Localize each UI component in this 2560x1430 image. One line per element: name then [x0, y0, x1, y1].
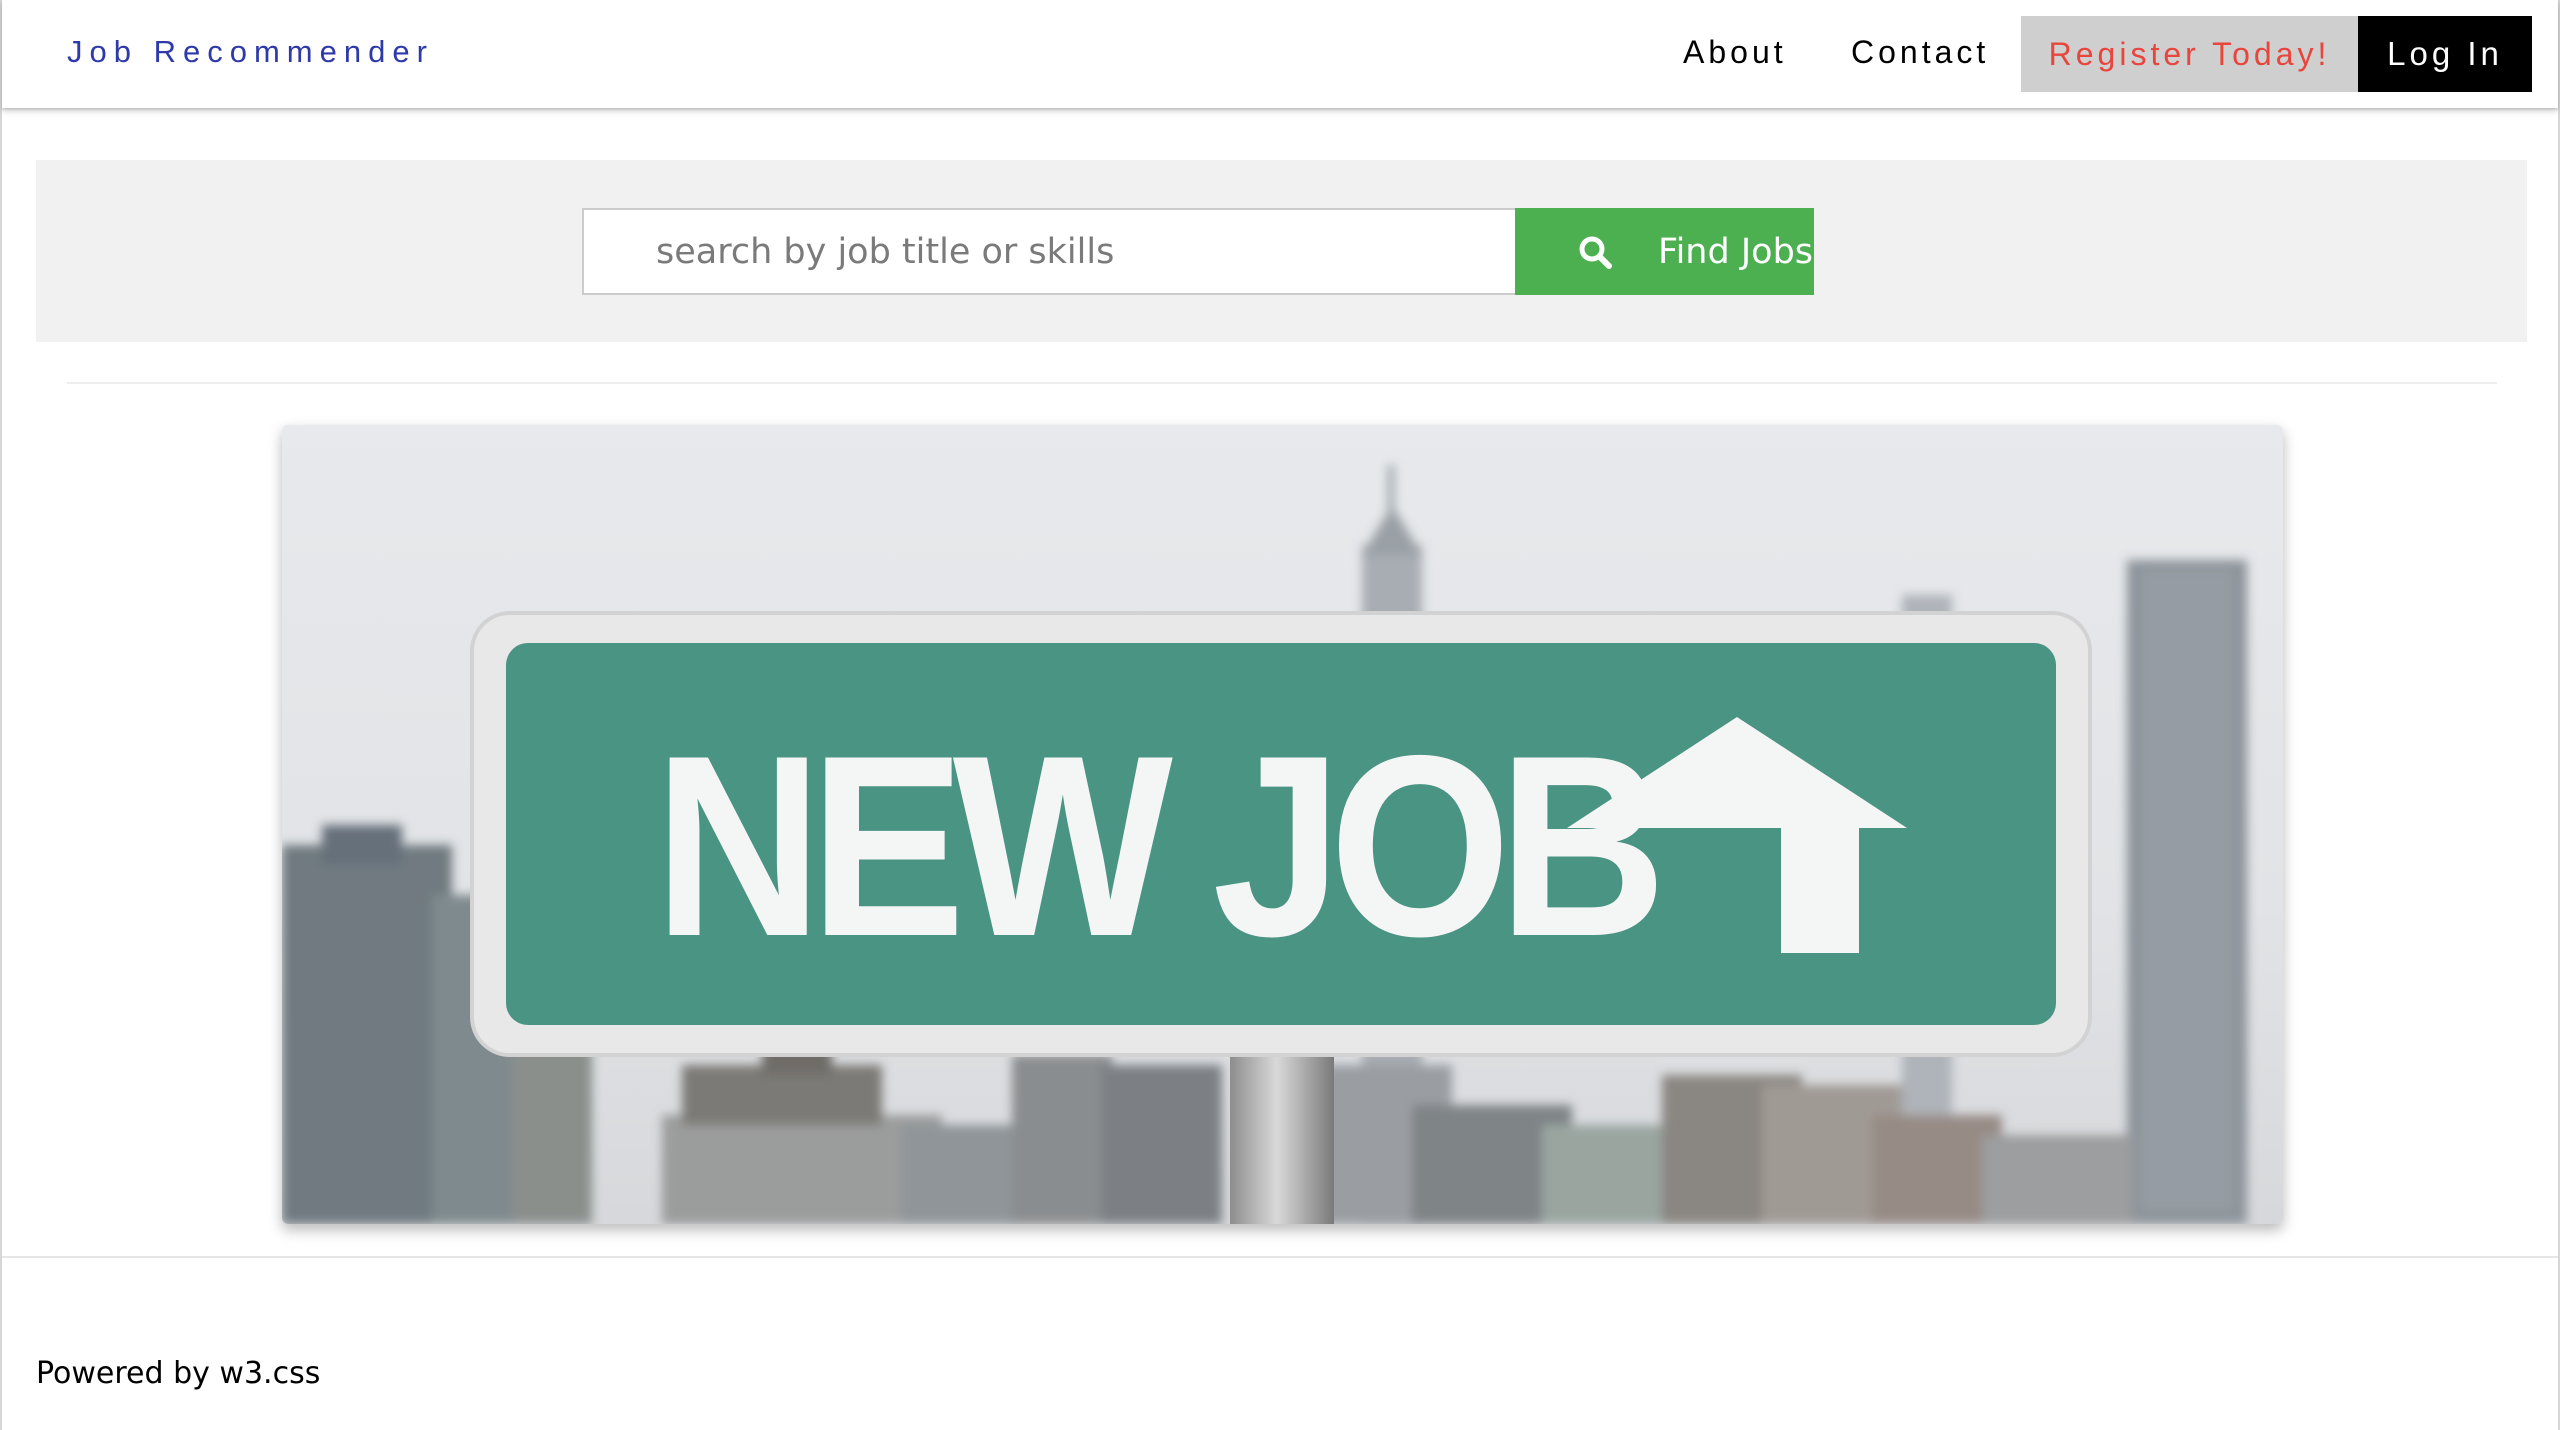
top-nav: Job Recommender About Contact Register T…	[2, 0, 2558, 108]
hero-image: NEW JOB	[282, 425, 2283, 1224]
footer-divider	[2, 1256, 2558, 1258]
register-button[interactable]: Register Today!	[2021, 16, 2358, 92]
find-jobs-label: Find Jobs	[1658, 231, 1814, 272]
search-input[interactable]	[582, 208, 1517, 295]
footer-text: Powered by w3.css	[36, 1356, 321, 1391]
find-jobs-button[interactable]: Find Jobs	[1515, 208, 1814, 295]
brand-link[interactable]: Job Recommender	[67, 34, 434, 70]
nav-contact-link[interactable]: Contact	[1851, 34, 1989, 71]
nav-about-link[interactable]: About	[1683, 34, 1787, 71]
search-panel: Find Jobs	[36, 160, 2527, 342]
search-icon	[1579, 236, 1612, 269]
sign-text: NEW JOB	[654, 701, 1659, 990]
page: Job Recommender About Contact Register T…	[0, 0, 2560, 1430]
sign-pole	[1230, 1045, 1334, 1224]
section-divider	[67, 382, 2497, 384]
login-button[interactable]: Log In	[2358, 16, 2532, 92]
